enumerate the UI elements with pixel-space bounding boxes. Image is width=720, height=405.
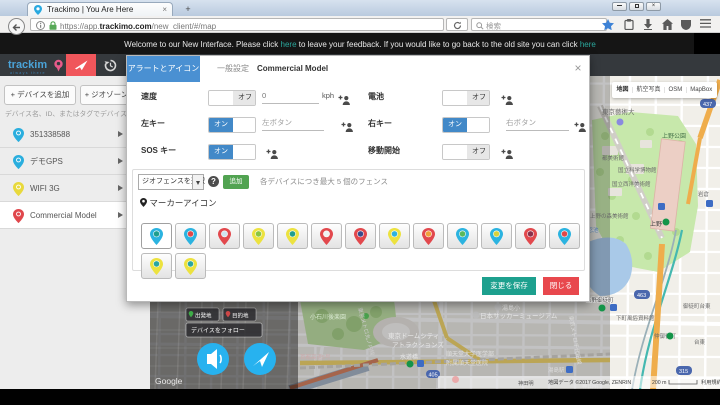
svg-text:附属順天堂医院: 附属順天堂医院 xyxy=(446,359,488,367)
svg-text:小石川後楽園: 小石川後楽園 xyxy=(310,313,346,321)
svg-text:437: 437 xyxy=(703,102,712,108)
svg-text:水道橋: 水道橋 xyxy=(400,353,418,361)
svg-text:地図データ ©2017 Google, ZENRIN: 地図データ ©2017 Google, ZENRIN xyxy=(548,378,631,386)
svg-text:都美術館: 都美術館 xyxy=(602,154,625,162)
svg-text:東京ドームシティ: 東京ドームシティ xyxy=(388,331,439,340)
svg-text:上野御徒町: 上野御徒町 xyxy=(586,296,614,304)
svg-text:神田明: 神田明 xyxy=(518,379,534,387)
svg-text:上野の森美術館: 上野の森美術館 xyxy=(590,212,629,220)
svg-text:台東: 台東 xyxy=(694,338,706,346)
svg-text:国立西洋美術館: 国立西洋美術館 xyxy=(612,180,651,188)
svg-text:湯島駅: 湯島駅 xyxy=(548,366,565,374)
svg-text:上野: 上野 xyxy=(650,220,662,228)
svg-text:アトラクションズ: アトラクションズ xyxy=(392,340,444,349)
svg-text:順天堂大学医学部: 順天堂大学医学部 xyxy=(446,350,494,358)
svg-text:岩倉: 岩倉 xyxy=(698,190,710,198)
svg-text:出発地: 出発地 xyxy=(195,312,212,320)
svg-text:利用規約: 利用規約 xyxy=(701,378,720,386)
svg-text:trackim: trackim xyxy=(8,59,47,71)
svg-text:デバイスをフォロー: デバイスをフォロー xyxy=(191,327,245,335)
svg-text:下町風俗資料館: 下町風俗資料館 xyxy=(616,314,655,322)
svg-text:湯島小: 湯島小 xyxy=(502,304,520,312)
svg-text:首都高速5号: 首都高速5号 xyxy=(300,353,331,361)
svg-text:200 m: 200 m xyxy=(652,380,666,386)
svg-text:405: 405 xyxy=(429,373,438,379)
svg-text:315: 315 xyxy=(679,369,688,375)
svg-text:目的地: 目的地 xyxy=(232,312,249,320)
svg-text:国立科学博物館: 国立科学博物館 xyxy=(618,166,657,174)
svg-text:always there: always there xyxy=(10,71,46,75)
svg-text:日本サッカーミュージアム: 日本サッカーミュージアム xyxy=(480,311,558,320)
svg-text:463: 463 xyxy=(637,293,646,299)
svg-text:Google: Google xyxy=(155,376,183,386)
svg-text:御徒町台東: 御徒町台東 xyxy=(683,302,711,310)
svg-text:東京藝術大: 東京藝術大 xyxy=(602,107,635,116)
svg-text:上野公園: 上野公園 xyxy=(662,132,686,140)
